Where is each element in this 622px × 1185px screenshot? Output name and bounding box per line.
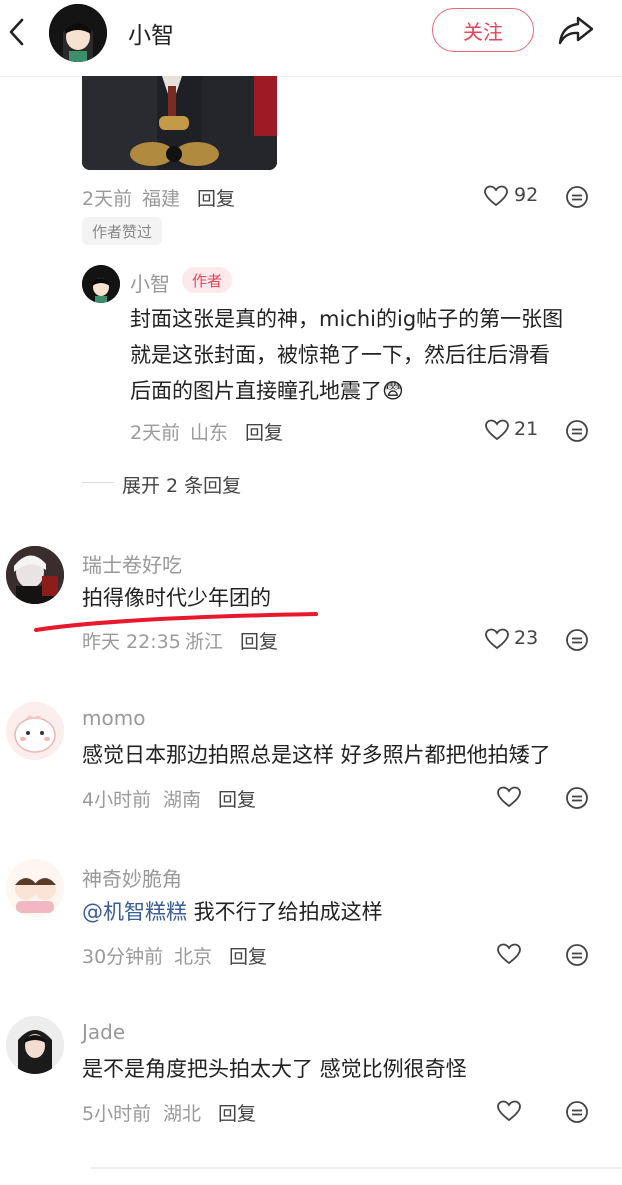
- comment-text: @机智糕糕 我不行了给拍成这样: [82, 900, 383, 924]
- author-liked-badge: 作者赞过: [82, 217, 162, 245]
- author-badge: 作者: [182, 267, 232, 293]
- comment-text: 感觉日本那边拍照总是这样 好多照片都把他拍矮了: [82, 743, 551, 767]
- like-heart-icon[interactable]: [485, 628, 509, 650]
- avatar[interactable]: [6, 859, 64, 917]
- like-count: 23: [514, 627, 539, 649]
- like-heart-icon[interactable]: [497, 1100, 521, 1122]
- commenter-name[interactable]: momo: [82, 706, 145, 730]
- comment-reply-icon[interactable]: [565, 628, 589, 652]
- comment-line: 就是这张封面，被惊艳了一下，然后往后滑看: [130, 343, 550, 367]
- comment-reply-icon[interactable]: [565, 786, 589, 810]
- comment-reply-icon[interactable]: [565, 185, 589, 209]
- back-icon[interactable]: [6, 14, 28, 50]
- comment-image[interactable]: [82, 76, 277, 170]
- avatar[interactable]: [6, 702, 64, 760]
- reply-button[interactable]: 回复: [229, 942, 267, 969]
- commenter-name[interactable]: 神奇妙脆角: [82, 863, 182, 892]
- divider: [90, 1167, 622, 1169]
- avatar[interactable]: [6, 546, 64, 604]
- like-count: 92: [514, 184, 539, 206]
- reply-button[interactable]: 回复: [245, 418, 283, 445]
- follow-button[interactable]: 关注: [432, 8, 534, 52]
- comment-location: 山东: [190, 422, 229, 444]
- share-icon[interactable]: [556, 12, 596, 48]
- avatar[interactable]: [82, 265, 120, 303]
- comment-time: 5小时前: [82, 1103, 152, 1125]
- like-count: 21: [514, 418, 539, 440]
- commenter-name[interactable]: Jade: [82, 1020, 125, 1044]
- comment-time: 2天前: [82, 188, 133, 210]
- comment-location: 北京: [174, 946, 213, 968]
- comment-time: 30分钟前: [82, 946, 164, 968]
- comment-location: 湖南: [163, 789, 202, 811]
- author-avatar[interactable]: [49, 4, 107, 62]
- comment-time: 昨天 22:35: [82, 631, 181, 653]
- comment-reply-icon[interactable]: [565, 943, 589, 967]
- like-heart-icon[interactable]: [485, 419, 509, 441]
- expand-replies-button[interactable]: 展开 2 条回复: [122, 471, 241, 498]
- reply-button[interactable]: 回复: [218, 1099, 256, 1126]
- like-heart-icon[interactable]: [497, 943, 521, 965]
- comment-time: 4小时前: [82, 789, 152, 811]
- reply-button[interactable]: 回复: [218, 785, 256, 812]
- comment-location: 湖北: [163, 1103, 202, 1125]
- comment-line: 封面这张是真的神，michi的ig帖子的第一张图: [130, 307, 564, 331]
- reply-button[interactable]: 回复: [240, 627, 278, 654]
- like-heart-icon[interactable]: [484, 185, 508, 207]
- comment-text: 是不是角度把头拍太大了 感觉比例很奇怪: [82, 1057, 467, 1081]
- commenter-name[interactable]: 瑞士卷好吃: [82, 549, 182, 578]
- comment-time: 2天前: [130, 422, 181, 444]
- shocked-emoji: 😨: [382, 379, 404, 403]
- comment-reply-icon[interactable]: [565, 419, 589, 443]
- comment-location: 福建: [142, 188, 181, 210]
- avatar[interactable]: [6, 1016, 64, 1074]
- comment-location: 浙江: [185, 631, 224, 653]
- comment-line: 后面的图片直接瞳孔地震了😨: [130, 379, 404, 403]
- mention-link[interactable]: @机智糕糕: [82, 900, 187, 924]
- like-heart-icon[interactable]: [497, 786, 521, 808]
- top-nav-bar: 小智 关注: [0, 0, 622, 77]
- divider: [82, 482, 114, 483]
- comment-text: 封面这张是真的神，michi的ig帖子的第一张图 就是这张封面，被惊艳了一下，然…: [130, 301, 600, 409]
- comment-reply-icon[interactable]: [565, 1100, 589, 1124]
- reply-button[interactable]: 回复: [197, 184, 235, 211]
- commenter-name[interactable]: 小智: [130, 268, 170, 297]
- page-title: 小智: [128, 23, 174, 49]
